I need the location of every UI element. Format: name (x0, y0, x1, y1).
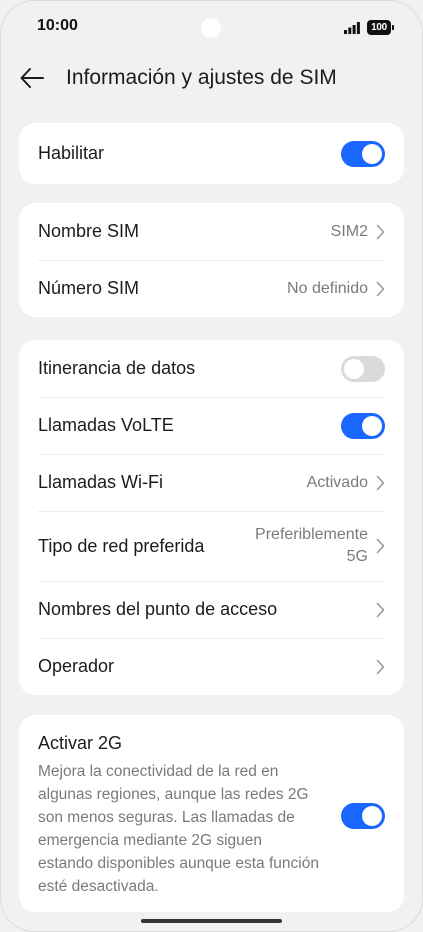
chevron-right-icon (376, 224, 385, 239)
apn-label: Nombres del punto de acceso (38, 599, 278, 619)
sim-number-value: No definido (287, 279, 368, 297)
roaming-row[interactable]: Itinerancia de datos (19, 340, 404, 397)
enable-card: Habilitar (19, 123, 404, 184)
volte-label: Llamadas VoLTE (38, 415, 174, 435)
activate-2g-toggle[interactable] (341, 802, 385, 829)
sim-name-label: Nombre SIM (38, 221, 140, 241)
signal-icon (344, 22, 360, 34)
toggle-knob (362, 143, 382, 164)
roaming-toggle[interactable] (341, 355, 385, 382)
activate-2g-row[interactable]: Activar 2G Mejora la conectividad de la … (19, 715, 404, 912)
sim-name-value: SIM2 (330, 222, 368, 240)
app-header: Información y ajustes de SIM (0, 56, 423, 100)
network-card: Itinerancia de datos Llamadas VoLTE Llam… (19, 340, 404, 695)
network-type-value: Preferiblemente 5G (255, 526, 368, 565)
back-arrow-icon[interactable] (18, 64, 46, 92)
status-time: 10:00 (37, 17, 78, 34)
activate-2g-description: Mejora la conectividad de la red en algu… (38, 763, 319, 895)
toggle-knob (344, 358, 364, 379)
enable-row[interactable]: Habilitar (19, 123, 404, 184)
activate-2g-title: Activar 2G (38, 733, 123, 753)
screen: 10:00 100 Información y ajustes de SIM H… (0, 0, 423, 932)
wifi-calls-value: Activado (306, 473, 368, 491)
enable-toggle[interactable] (341, 140, 385, 167)
network-type-row[interactable]: Tipo de red preferida Preferiblemente 5G (19, 511, 404, 581)
wifi-calls-row[interactable]: Llamadas Wi-Fi Activado (19, 454, 404, 511)
chevron-right-icon (376, 602, 385, 617)
home-indicator[interactable] (141, 919, 282, 923)
activate-2g-text: Activar 2G Mejora la conectividad de la … (38, 733, 341, 898)
volte-row[interactable]: Llamadas VoLTE (19, 397, 404, 454)
battery-icon: 100 (367, 20, 394, 35)
chevron-right-icon (376, 475, 385, 490)
sim-card: Nombre SIM SIM2 Número SIM No definido (19, 203, 404, 317)
enable-label: Habilitar (38, 143, 105, 163)
wifi-calls-label: Llamadas Wi-Fi (38, 472, 164, 492)
sim-number-label: Número SIM (38, 278, 140, 298)
status-bar: 10:00 100 (0, 0, 423, 56)
sim-name-row[interactable]: Nombre SIM SIM2 (19, 203, 404, 260)
chevron-right-icon (376, 281, 385, 296)
operator-row[interactable]: Operador (19, 638, 404, 695)
activate-2g-card: Activar 2G Mejora la conectividad de la … (19, 715, 404, 912)
operator-label: Operador (38, 656, 115, 676)
roaming-label: Itinerancia de datos (38, 358, 196, 378)
apn-row[interactable]: Nombres del punto de acceso (19, 581, 404, 638)
chevron-right-icon (376, 659, 385, 674)
network-type-label: Tipo de red preferida (38, 535, 205, 556)
toggle-knob (362, 415, 382, 436)
page-title: Información y ajustes de SIM (66, 66, 337, 89)
sim-number-row[interactable]: Número SIM No definido (19, 260, 404, 317)
chevron-right-icon (376, 538, 385, 554)
volte-toggle[interactable] (341, 412, 385, 439)
camera-cutout (201, 18, 221, 38)
toggle-knob (362, 805, 382, 826)
